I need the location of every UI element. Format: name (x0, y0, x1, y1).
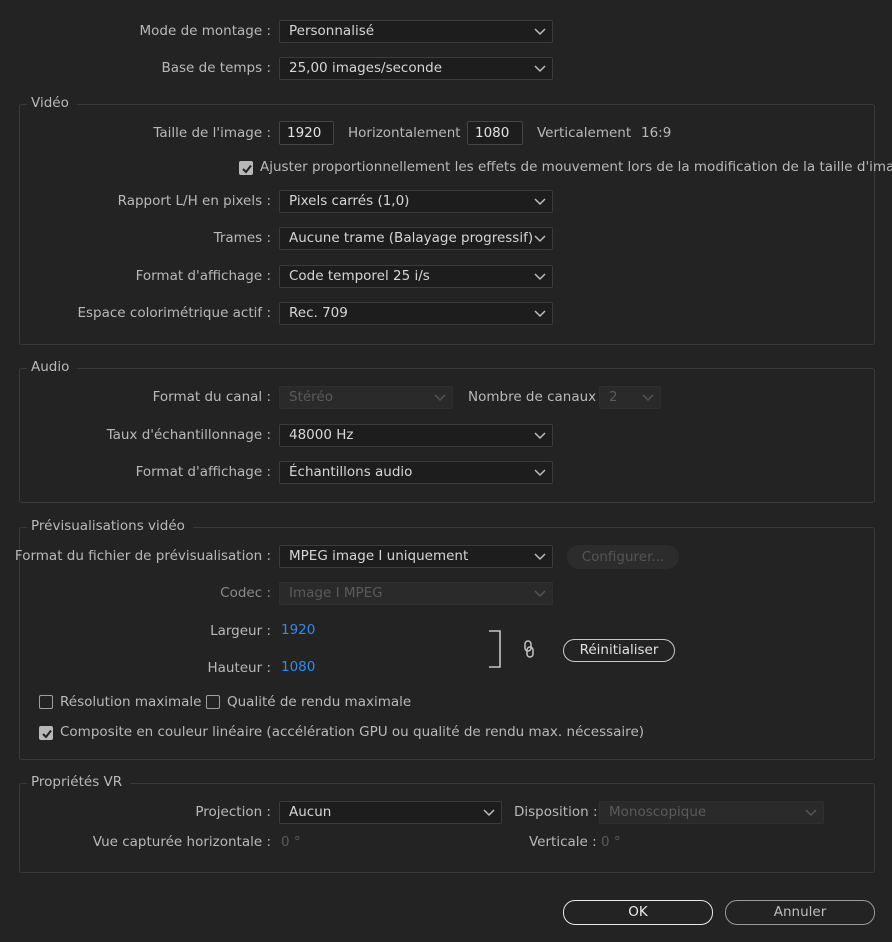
channel-format-value: Stéréo (289, 389, 333, 405)
chevron-down-icon (534, 590, 546, 598)
num-channels-label: Nombre de canaux : (468, 389, 606, 405)
channel-format-dropdown[interactable]: Stéréo (279, 386, 453, 409)
ok-button[interactable]: OK (563, 900, 713, 925)
chevron-down-icon (483, 809, 495, 817)
reset-button[interactable]: Réinitialiser (563, 639, 675, 662)
preview-width-value[interactable]: 1920 (281, 622, 315, 638)
chevron-down-icon (534, 469, 546, 477)
chain-link-icon[interactable] (523, 640, 535, 658)
chevron-down-icon (534, 273, 546, 281)
vertical-view-value[interactable]: 0 ° (601, 834, 621, 850)
chevron-down-icon (534, 28, 546, 36)
linear-composite-checkbox[interactable] (39, 726, 53, 740)
scale-effects-label: Ajuster proportionnellement les effets d… (260, 159, 892, 175)
audio-display-format-dropdown[interactable]: Échantillons audio (279, 461, 553, 484)
preview-format-dropdown[interactable]: MPEG image I uniquement (279, 545, 553, 568)
timebase-dropdown[interactable]: 25,00 images/seconde (279, 57, 553, 80)
chevron-down-icon (642, 394, 654, 402)
projection-label: Projection : (195, 804, 271, 820)
video-group-title: Vidéo (27, 95, 77, 111)
fields-label: Trames : (213, 230, 271, 246)
video-display-format-dropdown[interactable]: Code temporel 25 i/s (279, 265, 553, 288)
previews-group-title: Prévisualisations vidéo (27, 518, 193, 534)
chevron-down-icon (805, 809, 817, 817)
num-channels-dropdown[interactable]: 2 (599, 386, 661, 409)
chevron-down-icon (534, 310, 546, 318)
aspect-ratio-text: 16:9 (641, 125, 672, 141)
projection-dropdown[interactable]: Aucun (279, 801, 502, 824)
frame-width-input[interactable]: 1920 (279, 121, 334, 145)
checkmark-icon (242, 164, 252, 174)
vertical-view-label: Verticale : (529, 834, 597, 850)
link-bracket (489, 630, 501, 668)
preview-height-value[interactable]: 1080 (281, 659, 315, 675)
video-display-format-label: Format d'affichage : (135, 268, 271, 284)
codec-value: Image I MPEG (289, 585, 383, 601)
editing-mode-value: Personnalisé (289, 23, 375, 39)
h-view-label: Vue capturée horizontale : (92, 834, 271, 850)
max-quality-label: Qualité de rendu maximale (227, 694, 412, 710)
editing-mode-label: Mode de montage : (139, 23, 272, 39)
fields-dropdown[interactable]: Aucune trame (Balayage progressif) (279, 227, 553, 250)
scale-effects-checkbox[interactable] (239, 161, 253, 175)
pixel-aspect-value: Pixels carrés (1,0) (289, 193, 410, 209)
timebase-label: Base de temps : (161, 60, 271, 76)
sample-rate-dropdown[interactable]: 48000 Hz (279, 424, 553, 447)
editing-mode-dropdown[interactable]: Personnalisé (279, 20, 553, 43)
channel-format-label: Format du canal : (152, 389, 271, 405)
color-space-label: Espace colorimétrique actif : (77, 305, 271, 321)
video-display-format-value: Code temporel 25 i/s (289, 268, 430, 284)
layout-value: Monoscopique (609, 804, 707, 820)
preview-format-label: Format du fichier de prévisualisation : (14, 548, 271, 564)
preview-height-label: Hauteur : (207, 660, 271, 676)
pixel-aspect-dropdown[interactable]: Pixels carrés (1,0) (279, 190, 553, 213)
sample-rate-value: 48000 Hz (289, 427, 354, 443)
num-channels-value: 2 (609, 389, 618, 405)
max-resolution-label: Résolution maximale (60, 694, 202, 710)
preview-format-value: MPEG image I uniquement (289, 548, 469, 564)
chevron-down-icon (534, 198, 546, 206)
frame-height-input[interactable]: 1080 (467, 121, 523, 145)
configure-button[interactable]: Configurer... (567, 545, 679, 569)
projection-value: Aucun (289, 804, 332, 820)
chevron-down-icon (534, 235, 546, 243)
audio-display-format-label: Format d'affichage : (135, 464, 271, 480)
chevron-down-icon (534, 432, 546, 440)
preview-width-label: Largeur : (210, 623, 271, 639)
codec-dropdown[interactable]: Image I MPEG (279, 582, 553, 605)
vertical-label: Verticalement (537, 125, 632, 141)
audio-group-title: Audio (27, 359, 78, 375)
color-space-dropdown[interactable]: Rec. 709 (279, 302, 553, 325)
audio-display-format-value: Échantillons audio (289, 464, 413, 480)
h-view-value[interactable]: 0 ° (281, 834, 301, 850)
chevron-down-icon (434, 394, 446, 402)
timebase-value: 25,00 images/seconde (289, 60, 443, 76)
color-space-value: Rec. 709 (289, 305, 348, 321)
checkmark-icon (42, 729, 52, 739)
vr-group-title: Propriétés VR (27, 774, 131, 790)
max-resolution-checkbox[interactable] (39, 695, 53, 709)
pixel-aspect-label: Rapport L/H en pixels : (117, 193, 271, 209)
linear-composite-label: Composite en couleur linéaire (accélérat… (60, 724, 645, 740)
chevron-down-icon (534, 65, 546, 73)
codec-label: Codec : (220, 585, 271, 601)
horizontal-label: Horizontalement (348, 125, 461, 141)
frame-size-label: Taille de l'image : (153, 125, 271, 141)
vr-group (19, 783, 875, 873)
layout-label: Disposition : (514, 804, 598, 820)
max-quality-checkbox[interactable] (206, 695, 220, 709)
layout-dropdown[interactable]: Monoscopique (599, 801, 824, 824)
cancel-button[interactable]: Annuler (725, 900, 875, 925)
chevron-down-icon (534, 553, 546, 561)
sample-rate-label: Taux d'échantillonnage : (106, 427, 271, 443)
fields-value: Aucune trame (Balayage progressif) (289, 230, 534, 246)
